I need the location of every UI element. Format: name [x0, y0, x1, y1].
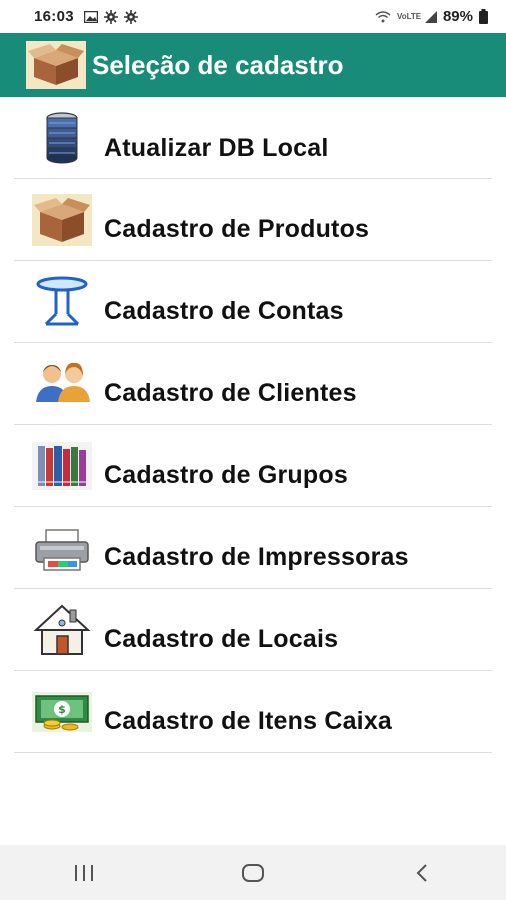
battery-icon: [479, 9, 488, 24]
status-time: 16:03: [34, 8, 74, 25]
menu-item-cadastro-de-grupos[interactable]: Cadastro de Grupos: [0, 425, 506, 507]
users-icon: [36, 362, 90, 402]
books-icon: [32, 442, 92, 490]
status-bar: 16:03 VoLTE 89%: [0, 0, 506, 33]
printer-icon: [35, 529, 89, 571]
menu-item-label: Cadastro de Produtos: [104, 215, 370, 243]
home-button[interactable]: [223, 853, 283, 893]
battery-percent: 89%: [442, 8, 473, 25]
menu-item-cadastro-de-locais[interactable]: Cadastro de Locais: [0, 589, 506, 671]
settings-notification-icon-2: [123, 9, 138, 24]
app-bar: Seleção de cadastro: [0, 33, 506, 97]
database-icon: [46, 112, 78, 164]
network-label: VoLTE: [396, 11, 422, 21]
svg-text:$: $: [58, 703, 66, 716]
settings-notification-icon: [103, 9, 118, 24]
package-box-icon: [32, 194, 92, 246]
menu-item-label: Cadastro de Grupos: [104, 461, 348, 489]
menu-item-atualizar-db-local[interactable]: Atualizar DB Local: [0, 97, 506, 179]
menu-list: Atualizar DB Local Cadastro de Produtos …: [0, 97, 506, 753]
menu-item-label: Atualizar DB Local: [104, 134, 329, 162]
menu-item-cadastro-de-produtos[interactable]: Cadastro de Produtos: [0, 179, 506, 261]
back-button[interactable]: [392, 853, 452, 893]
recents-icon: [75, 864, 94, 881]
menu-item-label: Cadastro de Locais: [104, 625, 339, 653]
package-box-icon: [26, 41, 86, 89]
menu-item-label: Cadastro de Clientes: [104, 379, 357, 407]
signal-icon: [424, 10, 437, 23]
navigation-bar: [0, 845, 506, 900]
table-icon: [36, 276, 88, 326]
menu-item-cadastro-de-contas[interactable]: Cadastro de Contas: [0, 261, 506, 343]
menu-item-label: Cadastro de Impressoras: [104, 543, 409, 571]
menu-item-cadastro-de-itens-caixa[interactable]: $ Cadastro de Itens Caixa: [0, 671, 506, 753]
back-icon: [416, 863, 427, 882]
menu-item-label: Cadastro de Itens Caixa: [104, 707, 393, 735]
house-icon: [33, 604, 91, 655]
menu-item-label: Cadastro de Contas: [104, 297, 344, 325]
wifi-icon: [375, 10, 391, 22]
home-icon: [241, 863, 264, 882]
notification-icons: [83, 9, 138, 24]
gallery-notification-icon: [83, 10, 98, 23]
divider: [14, 752, 492, 753]
menu-item-cadastro-de-clientes[interactable]: Cadastro de Clientes: [0, 343, 506, 425]
recents-button[interactable]: [54, 853, 114, 893]
menu-item-cadastro-de-impressoras[interactable]: Cadastro de Impressoras: [0, 507, 506, 589]
status-right: VoLTE 89%: [375, 8, 488, 25]
money-icon: $: [32, 692, 92, 732]
page-title: Seleção de cadastro: [92, 50, 344, 80]
